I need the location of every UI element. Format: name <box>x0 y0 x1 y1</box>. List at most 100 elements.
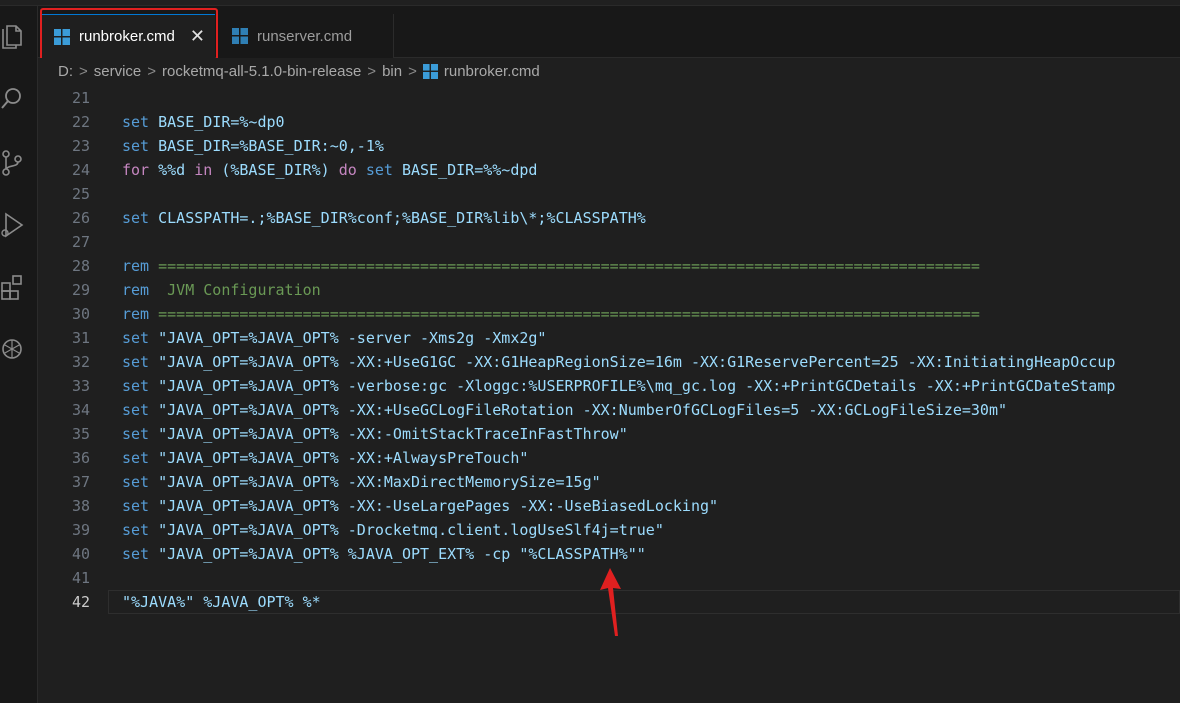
code-token: set <box>122 545 150 563</box>
code-token: set <box>122 521 150 539</box>
code-token: ========================================… <box>149 257 980 275</box>
code-token: JVM Configuration <box>149 281 321 299</box>
code-token: %%d <box>149 161 195 179</box>
line-number: 27 <box>71 233 90 251</box>
code-token: set <box>122 353 150 371</box>
code-token: set <box>122 113 150 131</box>
code-text: set "JAVA_OPT=%JAVA_OPT% -XX:+UseGCLogFi… <box>122 398 1007 422</box>
run-debug-icon[interactable] <box>0 212 24 238</box>
openai-icon[interactable] <box>0 336 24 362</box>
line-number: 37 <box>71 473 90 491</box>
code-text: rem ====================================… <box>122 302 980 326</box>
breadcrumb-separator: > <box>408 62 417 80</box>
windows-file-icon <box>54 28 70 45</box>
line-number: 39 <box>71 521 90 539</box>
code-token: rem <box>122 305 150 323</box>
code-line[interactable]: 26 set CLASSPATH=.;%BASE_DIR%conf;%BASE_D… <box>38 206 1180 230</box>
code-text: "%JAVA%" %JAVA_OPT% %* <box>122 590 321 614</box>
line-number: 41 <box>71 569 90 587</box>
code-token: "JAVA_OPT=%JAVA_OPT% -XX:-OmitStackTrace… <box>149 425 628 443</box>
code-line[interactable]: 37 set "JAVA_OPT=%JAVA_OPT% -XX:MaxDirect… <box>38 470 1180 494</box>
code-text: set BASE_DIR=%BASE_DIR:~0,-1% <box>122 134 384 158</box>
code-line[interactable]: 33 set "JAVA_OPT=%JAVA_OPT% -verbose:gc -… <box>38 374 1180 398</box>
code-line[interactable]: 25 <box>38 182 1180 206</box>
extensions-icon[interactable] <box>0 274 24 300</box>
code-text: for %%d in (%BASE_DIR%) do set BASE_DIR=… <box>122 158 537 182</box>
activity-bar <box>0 6 38 703</box>
code-token: do <box>338 161 357 179</box>
line-number: 26 <box>71 209 90 227</box>
breadcrumb: D: > service > rocketmq-all-5.1.0-bin-re… <box>38 58 1180 84</box>
code-text: rem JVM Configuration <box>122 278 321 302</box>
code-token: "JAVA_OPT=%JAVA_OPT% %JAVA_OPT_EXT% -cp … <box>149 545 646 563</box>
breadcrumb-separator: > <box>147 62 157 80</box>
line-number: 38 <box>71 497 90 515</box>
code-line[interactable]: 24 for %%d in (%BASE_DIR%) do set BASE_DI… <box>38 158 1180 182</box>
code-token: BASE_DIR=%BASE_DIR:~0,-1% <box>149 137 384 155</box>
close-icon[interactable]: ✕ <box>190 26 205 46</box>
code-line[interactable]: 23 set BASE_DIR=%BASE_DIR:~0,-1% <box>38 134 1180 158</box>
breadcrumb-bin[interactable]: bin <box>382 63 402 80</box>
code-text: set "JAVA_OPT=%JAVA_OPT% %JAVA_OPT_EXT% … <box>122 542 646 566</box>
code-line[interactable]: 40 set "JAVA_OPT=%JAVA_OPT% %JAVA_OPT_EXT… <box>38 542 1180 566</box>
code-token: rem <box>122 281 150 299</box>
breadcrumb-file[interactable]: runbroker.cmd <box>444 63 540 80</box>
line-number: 21 <box>71 89 90 107</box>
code-line[interactable]: 32 set "JAVA_OPT=%JAVA_OPT% -XX:+UseG1GC … <box>38 350 1180 374</box>
code-token: set <box>122 209 150 227</box>
search-icon[interactable] <box>0 86 24 112</box>
code-line[interactable]: 39 set "JAVA_OPT=%JAVA_OPT% -Drocketmq.cl… <box>38 518 1180 542</box>
line-number: 30 <box>71 305 90 323</box>
code-token: "JAVA_OPT=%JAVA_OPT% -XX:MaxDirectMemory… <box>149 473 601 491</box>
breadcrumb-service[interactable]: service <box>94 63 142 80</box>
code-line[interactable]: 36 set "JAVA_OPT=%JAVA_OPT% -XX:+AlwaysPr… <box>38 446 1180 470</box>
windows-file-icon <box>422 63 438 79</box>
code-line[interactable]: 21 <box>38 86 1180 110</box>
breadcrumb-folder[interactable]: rocketmq-all-5.1.0-bin-release <box>162 63 361 80</box>
code-token: set <box>122 137 150 155</box>
code-token: "JAVA_OPT=%JAVA_OPT% -verbose:gc -Xloggc… <box>149 377 1116 395</box>
line-number: 25 <box>71 185 90 203</box>
code-line[interactable]: 22 set BASE_DIR=%~dp0 <box>38 110 1180 134</box>
code-line[interactable]: 34 set "JAVA_OPT=%JAVA_OPT% -XX:+UseGCLog… <box>38 398 1180 422</box>
line-number: 31 <box>71 329 90 347</box>
line-number: 33 <box>71 377 90 395</box>
code-line[interactable]: 27 <box>38 230 1180 254</box>
code-token: CLASSPATH=.;%BASE_DIR%conf;%BASE_DIR%lib… <box>149 209 646 227</box>
tab-runserver[interactable]: runserver.cmd <box>218 14 394 58</box>
breadcrumb-separator: > <box>367 62 377 80</box>
code-token: "JAVA_OPT=%JAVA_OPT% -Drocketmq.client.l… <box>149 521 664 539</box>
tab-runbroker[interactable]: runbroker.cmd ✕ <box>40 14 215 58</box>
code-text: set "JAVA_OPT=%JAVA_OPT% -Drocketmq.clie… <box>122 518 664 542</box>
tab-bar: runbroker.cmd ✕ runserver.cmd <box>38 6 1180 58</box>
code-token: "JAVA_OPT=%JAVA_OPT% -XX:-UseLargePages … <box>149 497 719 515</box>
breadcrumb-drive[interactable]: D: <box>58 63 73 80</box>
code-line[interactable]: 28 rem ==================================… <box>38 254 1180 278</box>
code-line[interactable]: 35 set "JAVA_OPT=%JAVA_OPT% -XX:-OmitStac… <box>38 422 1180 446</box>
source-control-icon[interactable] <box>0 150 24 176</box>
breadcrumb-separator: > <box>79 62 88 80</box>
code-line[interactable]: 30 rem ==================================… <box>38 302 1180 326</box>
code-line[interactable]: 38 set "JAVA_OPT=%JAVA_OPT% -XX:-UseLarge… <box>38 494 1180 518</box>
code-token: (%BASE_DIR%) <box>212 161 339 179</box>
code-token: set <box>122 497 150 515</box>
tab-label: runserver.cmd <box>257 27 353 45</box>
code-token: set <box>122 425 150 443</box>
line-number: 28 <box>71 257 90 275</box>
code-text: set "JAVA_OPT=%JAVA_OPT% -XX:MaxDirectMe… <box>122 470 601 494</box>
code-token: "JAVA_OPT=%JAVA_OPT% -server -Xms2g -Xmx… <box>149 329 547 347</box>
code-line[interactable]: 29 rem JVM Configuration <box>38 278 1180 302</box>
code-text: set "JAVA_OPT=%JAVA_OPT% -XX:-OmitStackT… <box>122 422 628 446</box>
line-number: 29 <box>71 281 90 299</box>
code-token: BASE_DIR=%~dp0 <box>149 113 285 131</box>
code-token: set <box>122 329 150 347</box>
code-line[interactable]: 31 set "JAVA_OPT=%JAVA_OPT% -server -Xms2… <box>38 326 1180 350</box>
windows-file-icon <box>232 28 248 44</box>
line-number: 40 <box>71 545 90 563</box>
files-icon[interactable] <box>0 24 24 50</box>
code-token: "JAVA_OPT=%JAVA_OPT% -XX:+UseG1GC -XX:G1… <box>149 353 1116 371</box>
line-number: 34 <box>71 401 90 419</box>
code-token: set <box>122 401 150 419</box>
code-token: set <box>122 473 150 491</box>
